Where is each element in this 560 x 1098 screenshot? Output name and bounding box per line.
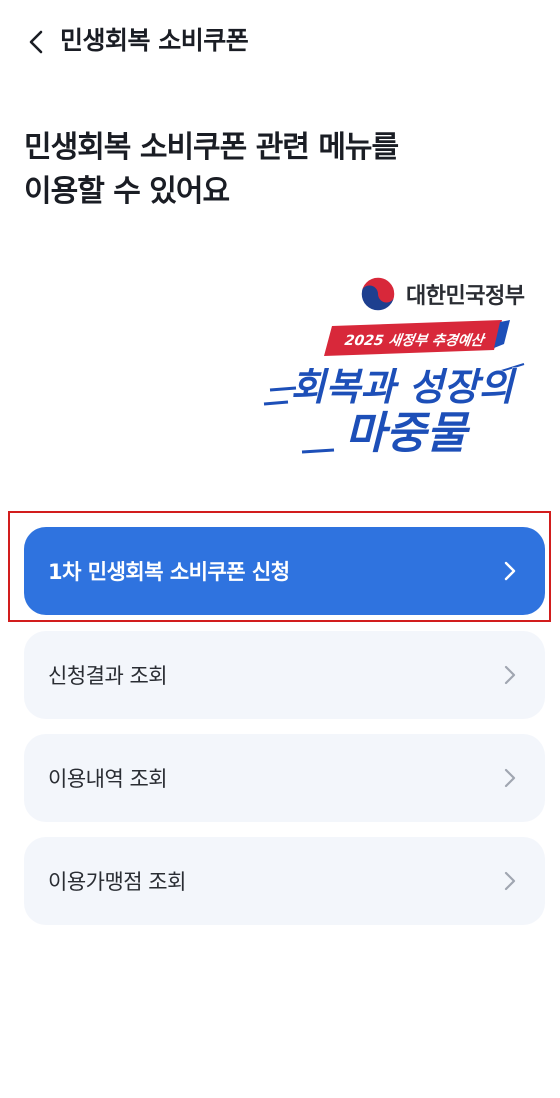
- menu-item-apply[interactable]: 1차 민생회복 소비쿠폰 신청: [24, 527, 545, 615]
- menu-item-merchant-search[interactable]: 이용가맹점 조회: [24, 837, 545, 925]
- menu-item-label: 이용내역 조회: [48, 767, 168, 791]
- back-button[interactable]: [16, 22, 56, 62]
- taegeuk-emblem-icon: [360, 276, 396, 312]
- chevron-right-icon: [499, 664, 521, 686]
- slogan-artwork: 2025 새정부 추경예산 회복과 성장의 마중물: [263, 320, 525, 460]
- campaign-banner: 대한민국정부 2025 새정부 추경예산 회복과 성장의 마중물: [262, 266, 542, 466]
- menu-item-label: 이용가맹점 조회: [48, 870, 186, 894]
- chevron-right-icon: [499, 870, 521, 892]
- headline-line-1: 민생회복 소비쿠폰 관련 메뉴를: [24, 130, 399, 165]
- headline: 민생회복 소비쿠폰 관련 메뉴를 이용할 수 있어요: [24, 126, 399, 214]
- headline-line-2: 이용할 수 있어요: [24, 174, 230, 209]
- slogan-line-2: 마중물: [345, 408, 470, 459]
- chevron-right-icon: [499, 560, 521, 582]
- chevron-right-icon: [499, 767, 521, 789]
- slogan-line-1: 회복과 성장의: [291, 365, 518, 409]
- top-bar: 민생회복 소비쿠폰: [0, 0, 560, 84]
- menu-item-label: 신청결과 조회: [48, 664, 168, 688]
- menu-item-label: 1차 민생회복 소비쿠폰 신청: [48, 560, 290, 584]
- government-name: 대한민국정부: [406, 284, 525, 309]
- page-title: 민생회복 소비쿠폰: [60, 26, 249, 55]
- menu-item-application-result[interactable]: 신청결과 조회: [24, 631, 545, 719]
- menu-item-usage-history[interactable]: 이용내역 조회: [24, 734, 545, 822]
- chevron-left-icon: [29, 30, 43, 54]
- ribbon-text: 2025 새정부 추경예산: [344, 333, 487, 349]
